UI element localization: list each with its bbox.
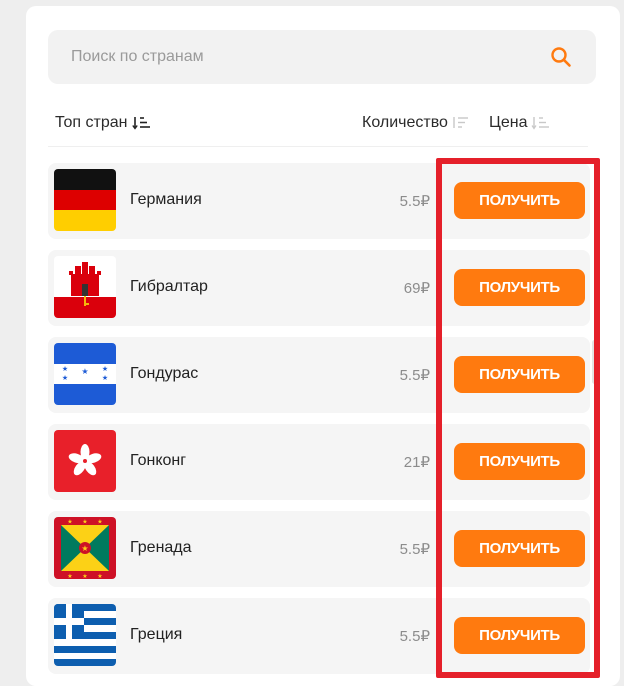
- country-name: Германия: [130, 191, 202, 208]
- svg-text:★: ★: [102, 365, 108, 373]
- svg-text:★: ★: [102, 374, 108, 382]
- svg-text:★: ★: [62, 365, 68, 373]
- country-row: ★ ★ ★ ★ ★ Гондурас 5.5₽ ПОЛУЧИТЬ: [48, 337, 590, 413]
- header-divider: [48, 146, 588, 147]
- svg-text:★: ★: [97, 573, 102, 579]
- country-name: Гондурас: [130, 365, 199, 382]
- svg-text:★: ★: [82, 573, 87, 579]
- svg-text:★: ★: [81, 367, 88, 376]
- search-placeholder: Поиск по странам: [71, 48, 204, 65]
- country-price: 5.5₽: [399, 541, 430, 558]
- country-row: Гибралтар 69₽ ПОЛУЧИТЬ: [48, 250, 590, 326]
- country-price: 5.5₽: [399, 628, 430, 645]
- country-name: Гренада: [130, 539, 192, 556]
- country-price: 69₽: [403, 280, 430, 297]
- sort-inactive-icon: [531, 117, 550, 130]
- search-field[interactable]: Поиск по странам: [48, 30, 596, 84]
- sort-by-top-header[interactable]: Топ стран: [55, 114, 152, 132]
- hong-kong-flag-icon: [54, 430, 116, 492]
- country-name: Гонконг: [130, 452, 187, 469]
- svg-text:★: ★: [62, 374, 68, 382]
- get-number-button[interactable]: ПОЛУЧИТЬ: [454, 356, 585, 393]
- greece-flag-icon: [54, 604, 116, 666]
- honduras-flag-icon: ★ ★ ★ ★ ★: [54, 343, 116, 405]
- country-row: ★ ★ ★ ★ ★ ★ ★ Гренада 5.5₽ ПОЛУЧИТЬ: [48, 511, 590, 587]
- get-number-button[interactable]: ПОЛУЧИТЬ: [454, 617, 585, 654]
- country-name: Гибралтар: [130, 278, 208, 295]
- gibraltar-flag-icon: [54, 256, 116, 318]
- svg-text:★: ★: [97, 519, 102, 526]
- country-name: Греция: [130, 626, 183, 643]
- get-number-button[interactable]: ПОЛУЧИТЬ: [454, 269, 585, 306]
- search-icon[interactable]: [549, 45, 573, 69]
- svg-text:★: ★: [82, 519, 87, 526]
- sort-inactive-icon: [453, 117, 468, 128]
- get-number-button[interactable]: ПОЛУЧИТЬ: [454, 182, 585, 219]
- get-number-button[interactable]: ПОЛУЧИТЬ: [454, 443, 585, 480]
- country-price: 21₽: [403, 454, 430, 471]
- grenada-flag-icon: ★ ★ ★ ★ ★ ★ ★: [54, 517, 116, 579]
- scrollbar-thumb[interactable]: [592, 340, 597, 384]
- top-countries-label: Топ стран: [55, 114, 128, 131]
- svg-text:★: ★: [81, 544, 88, 553]
- quantity-label: Количество: [362, 114, 448, 131]
- sort-by-quantity-header[interactable]: Количество: [362, 114, 471, 132]
- svg-text:★: ★: [67, 573, 72, 579]
- sort-active-icon: [131, 117, 150, 130]
- country-row: Греция 5.5₽ ПОЛУЧИТЬ: [48, 598, 590, 674]
- country-row: Германия 5.5₽ ПОЛУЧИТЬ: [48, 163, 590, 239]
- germany-flag-icon: [54, 169, 116, 231]
- price-label: Цена: [489, 114, 528, 131]
- country-price: 5.5₽: [399, 193, 430, 210]
- table-header: Топ стран Количество Цена: [48, 110, 588, 140]
- sort-by-price-header[interactable]: Цена: [489, 114, 551, 132]
- svg-text:★: ★: [67, 519, 72, 526]
- country-price: 5.5₽: [399, 367, 430, 384]
- country-row: Гонконг 21₽ ПОЛУЧИТЬ: [48, 424, 590, 500]
- get-number-button[interactable]: ПОЛУЧИТЬ: [454, 530, 585, 567]
